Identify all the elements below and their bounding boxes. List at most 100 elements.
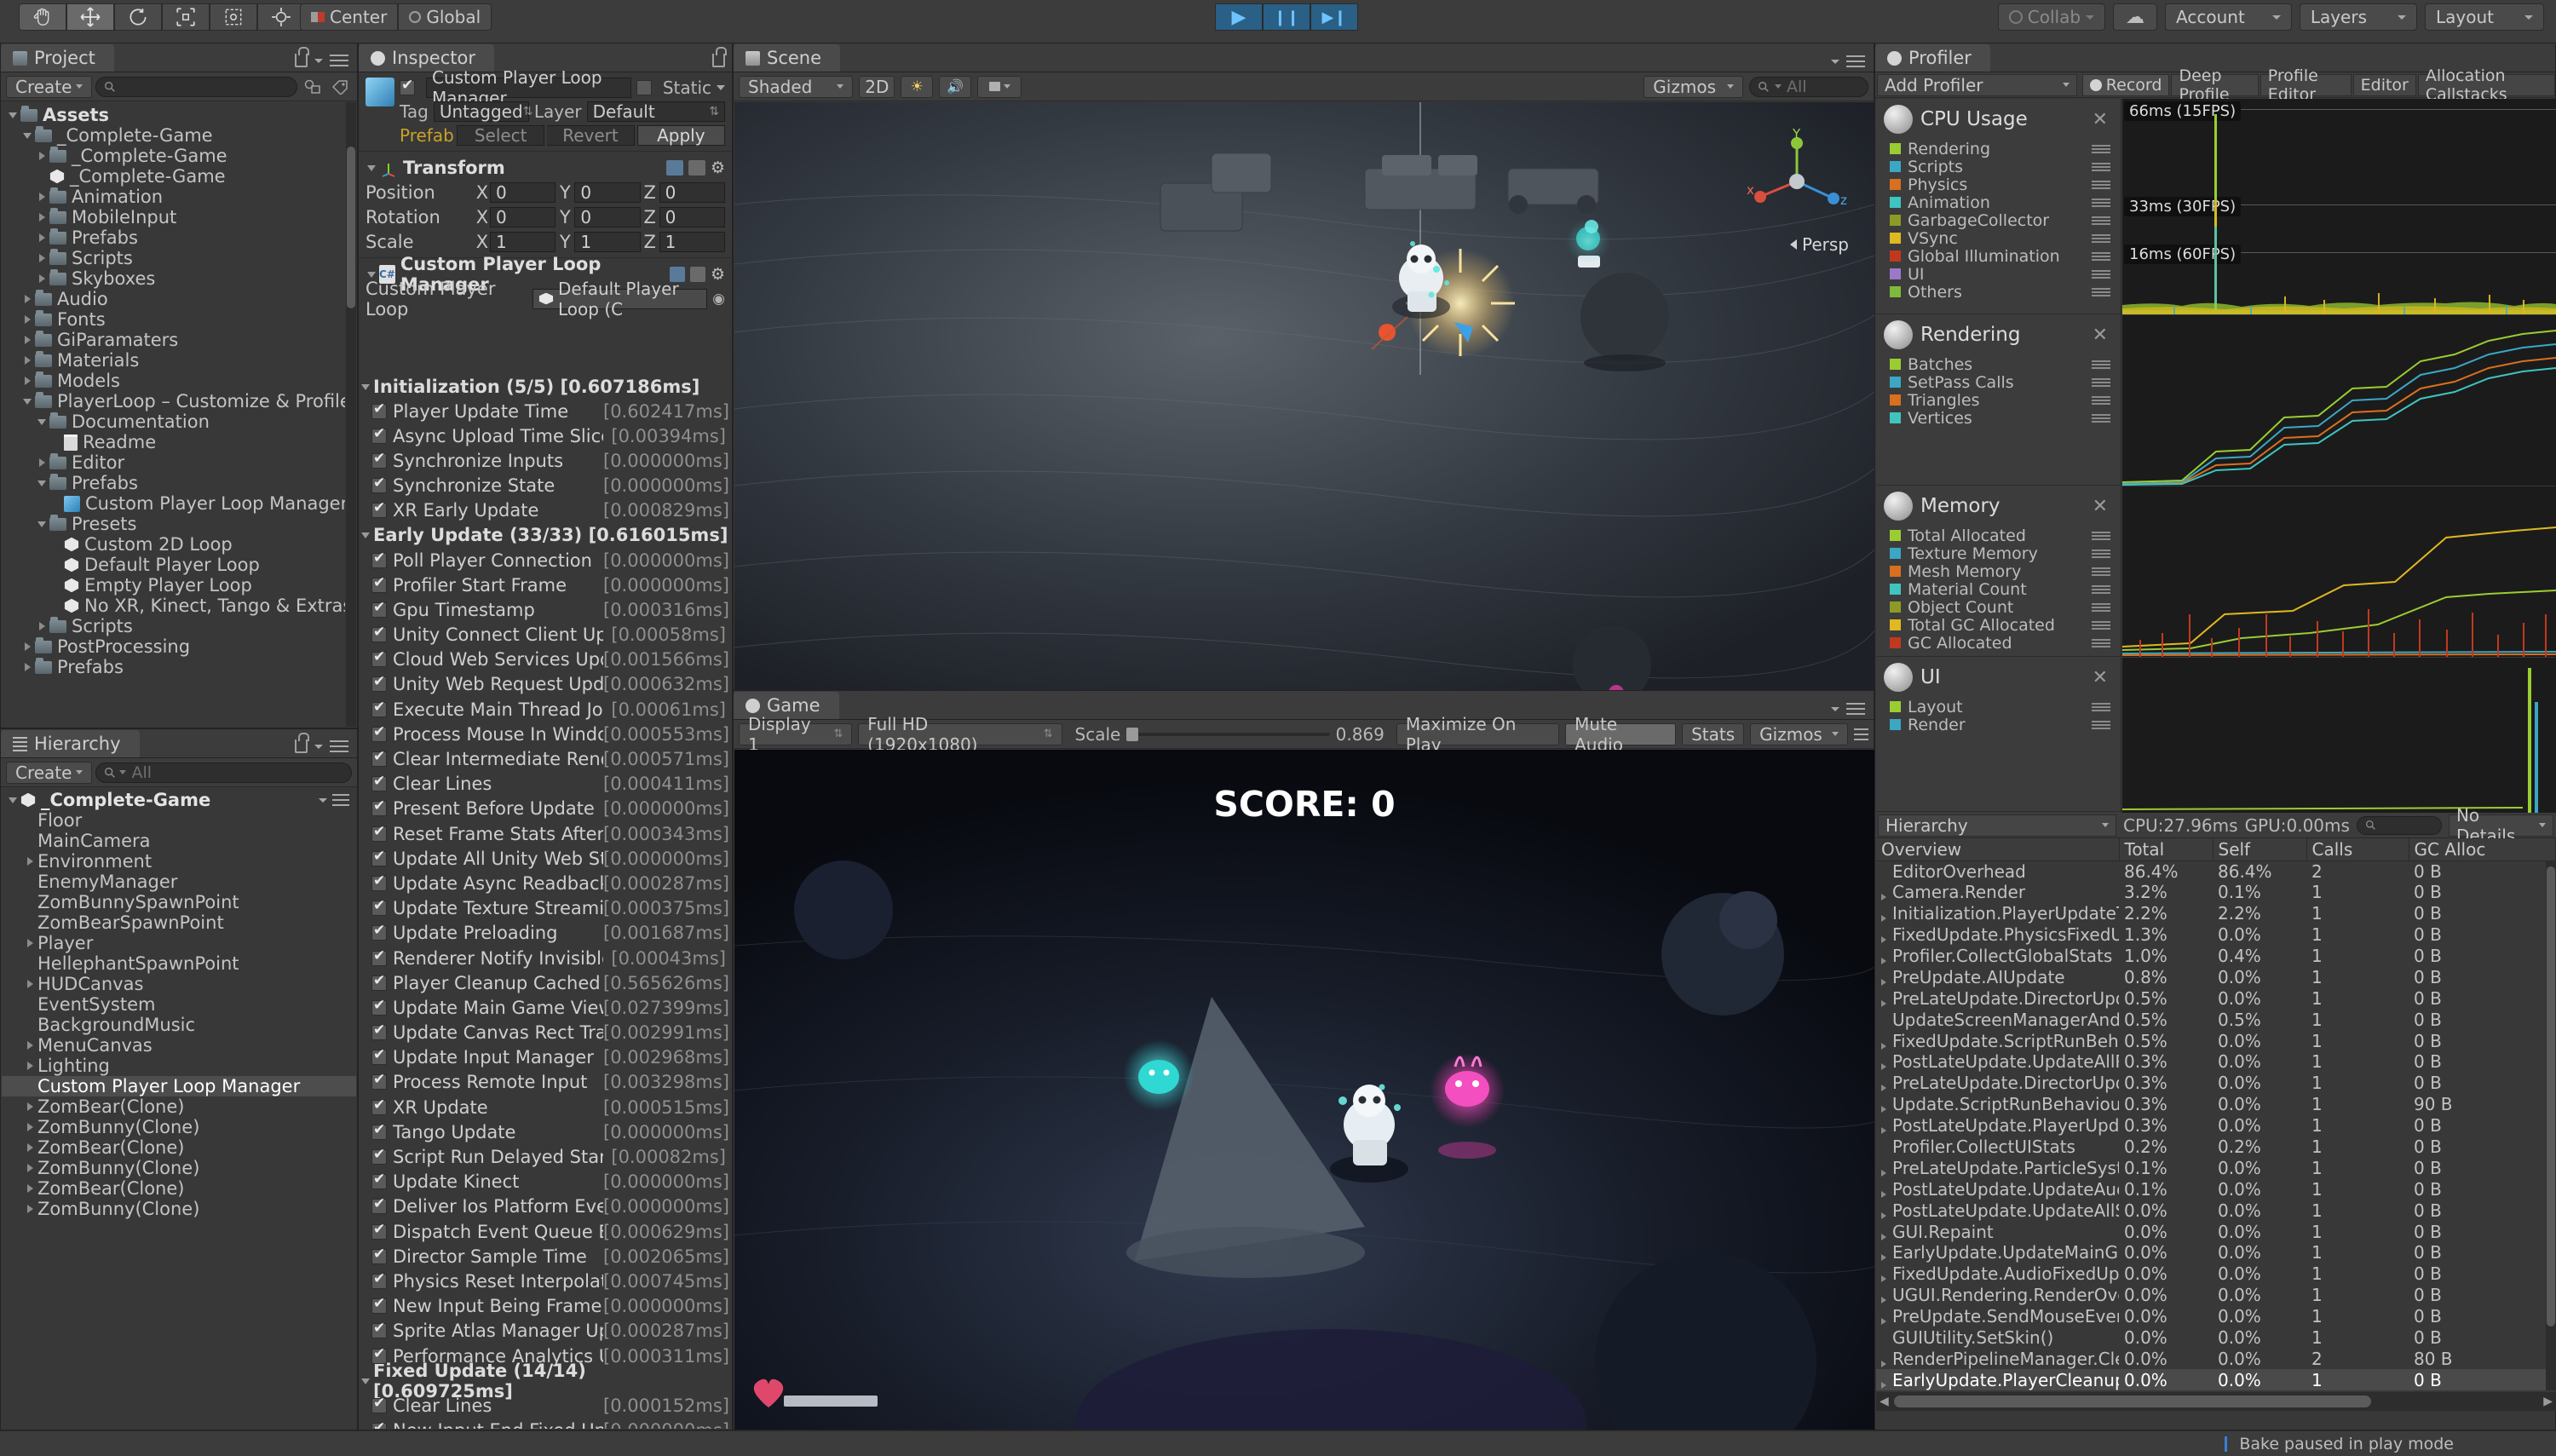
chevron-down-icon[interactable] [366,264,379,285]
chevron-down-icon[interactable] [7,105,20,125]
chevron-down-icon[interactable] [319,798,327,803]
project-tree-item[interactable]: Skyboxes [2,268,345,289]
transform-x-field[interactable]: 0 [490,182,556,203]
tab-hierarchy[interactable]: Hierarchy [1,730,140,757]
close-icon[interactable]: ✕ [2093,667,2108,688]
hierarchy-item[interactable]: Environment [2,851,356,872]
loop-item-checkbox[interactable] [371,429,387,444]
transform-x-field[interactable]: 1 [490,232,556,252]
loop-item-row[interactable]: Update Kinect[0.000000ms] [360,1170,731,1194]
prefab-revert-button[interactable]: Revert [547,125,634,146]
profiler-legend-row[interactable]: VSync [1876,229,2121,247]
scene-viewport[interactable]: Y x z Persp [734,102,1874,690]
project-tree-item[interactable]: Fonts [2,309,345,330]
chevron-right-icon[interactable] [21,289,35,309]
transform-z-field[interactable]: 0 [659,182,725,203]
profiler-legend-row[interactable]: Total GC Allocated [1876,616,2121,634]
loop-item-checkbox[interactable] [371,702,387,717]
chevron-right-icon[interactable] [24,1158,37,1178]
profiler-table-row[interactable]: FixedUpdate.PhysicsFixedUpdate1.3%0.0%10… [1876,924,2556,946]
space-mode-button[interactable]: Global [398,3,492,31]
profiler-table-scrollbar[interactable] [2546,861,2556,1390]
project-tree-item[interactable]: Models [2,371,345,391]
add-profiler-dropdown[interactable]: Add Profiler [1877,74,2077,96]
loop-item-checkbox[interactable] [371,801,387,816]
shading-mode-dropdown[interactable]: Shaded [739,76,853,98]
chevron-down-icon[interactable] [360,377,373,397]
loop-item-checkbox[interactable] [371,876,387,891]
drag-handle-icon[interactable] [2092,414,2110,423]
record-button[interactable]: Record [2082,74,2170,96]
arrow-left-icon[interactable]: ◀ [1876,1395,1892,1408]
create-button[interactable]: Create [6,762,92,784]
chevron-right-icon[interactable] [24,1199,37,1219]
profiler-module[interactable]: Memory✕Total AllocatedTexture MemoryMesh… [1876,486,2121,657]
drag-handle-icon[interactable] [2092,396,2110,405]
chevron-down-icon[interactable] [360,1371,373,1391]
project-tree-item[interactable]: Readme [2,432,345,452]
loop-item-checkbox[interactable] [371,851,387,866]
loop-item-checkbox[interactable] [371,602,387,618]
create-button[interactable]: Create [6,76,92,98]
play-button[interactable]: ▶ [1215,3,1263,31]
loop-item-row[interactable]: Clear Lines[0.000411ms] [360,772,731,797]
hierarchy-item[interactable]: _Complete-Game [2,790,356,810]
loop-item-checkbox[interactable] [371,727,387,742]
tab-scene[interactable]: Scene [734,44,840,72]
hierarchy-item[interactable]: ZomBunny(Clone) [2,1158,356,1178]
loop-item-row[interactable]: Synchronize State[0.000000ms] [360,474,731,498]
chevron-right-icon[interactable] [21,371,35,391]
lock-icon[interactable] [295,740,308,753]
loop-item-row[interactable]: Script Run Delayed Startup Fran[0.00082m… [360,1144,731,1169]
profiler-table-row[interactable]: Profiler.CollectGlobalStats1.0%0.4%10 B [1876,946,2556,967]
loop-item-checkbox[interactable] [371,1025,387,1040]
layer-dropdown[interactable]: Default ⇅ [587,101,725,122]
hierarchy-item[interactable]: ZomBunny(Clone) [2,1117,356,1137]
project-tree-item[interactable]: PostProcessing [2,636,345,657]
loop-item-checkbox[interactable] [371,1174,387,1189]
drag-handle-icon[interactable] [2092,703,2110,711]
hierarchy-item[interactable]: ZomBunny(Clone) [2,1199,356,1219]
hierarchy-item[interactable]: Floor [2,810,356,831]
loop-item-row[interactable]: Deliver Ios Platform Events[0.000000ms] [360,1194,731,1219]
close-icon[interactable]: ✕ [2093,325,2108,346]
drag-handle-icon[interactable] [2092,603,2110,612]
2d-toggle-button[interactable]: 2D [859,76,895,98]
chevron-down-icon[interactable] [21,391,35,411]
hierarchy-item[interactable]: EnemyManager [2,872,356,892]
transform-z-field[interactable]: 0 [659,207,725,227]
loop-item-row[interactable]: Update All Unity Web Streams[0.000000ms] [360,846,731,871]
profiler-table-row[interactable]: EditorOverhead86.4%86.4%20 B [1876,860,2556,882]
rect-tool-button[interactable] [210,3,257,31]
transform-y-field[interactable]: 0 [574,182,640,203]
loop-item-checkbox[interactable] [371,652,387,667]
hierarchy-item[interactable]: BackgroundMusic [2,1015,356,1035]
profiler-table-row[interactable]: PreLateUpdate.ParticleSystemBegi0.1%0.0%… [1876,1157,2556,1178]
chevron-right-icon[interactable] [24,1096,37,1117]
cpu-usage-graph[interactable]: 66ms (15FPS) 33ms (30FPS) 16ms (60FPS) [2122,99,2556,314]
loop-item-checkbox[interactable] [371,951,387,966]
close-icon[interactable]: ✕ [2093,496,2108,517]
loop-item-checkbox[interactable] [371,627,387,642]
project-tree-item[interactable]: Custom Player Loop Manager [2,493,345,514]
hierarchy-item[interactable]: MainCamera [2,831,356,851]
hierarchy-search-input[interactable]: All [95,763,352,783]
loop-item-checkbox[interactable] [371,776,387,791]
loop-item-checkbox[interactable] [371,478,387,493]
loop-item-row[interactable]: Update Main Game View Rect[0.027399ms] [360,995,731,1020]
project-search-input[interactable] [95,77,297,97]
chevron-right-icon[interactable] [24,1178,37,1199]
pause-button[interactable]: ❙❙ [1263,3,1310,31]
loop-group-header[interactable]: Early Update (33/33) [0.616015ms] [360,523,731,548]
transform-y-field[interactable]: 0 [574,207,640,227]
loop-item-row[interactable]: Update Async Readback Manag[0.000287ms] [360,871,731,895]
drag-handle-icon[interactable] [2092,532,2110,540]
loop-item-row[interactable]: Reset Frame Stats After Present[0.000343… [360,821,731,846]
profiler-legend-row[interactable]: SetPass Calls [1876,373,2121,391]
profiler-legend-row[interactable]: Scripts [1876,158,2121,176]
loop-item-row[interactable]: Profiler Start Frame[0.000000ms] [360,573,731,597]
profiler-legend-row[interactable]: Animation [1876,193,2121,211]
project-tree-item[interactable]: PlayerLoop – Customize & Profile [2,391,345,411]
project-tree-item[interactable]: Default Player Loop [2,555,345,575]
drag-handle-icon[interactable] [2092,567,2110,576]
